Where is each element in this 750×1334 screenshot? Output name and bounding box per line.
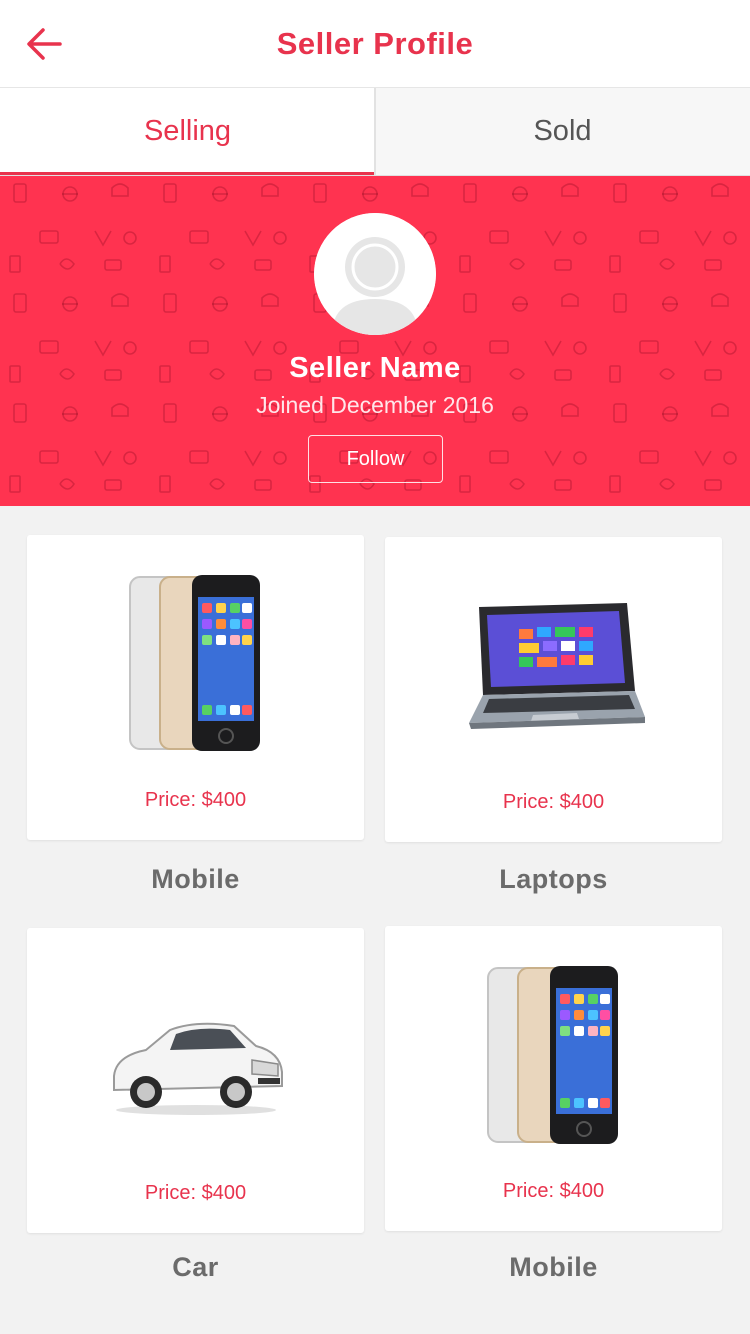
product-card-mobile-2[interactable]: Price: $400 — [385, 926, 722, 1231]
product-card-car[interactable]: Price: $400 — [27, 928, 364, 1233]
user-avatar-icon — [314, 213, 436, 335]
tab-selling[interactable]: Selling — [0, 88, 375, 175]
seller-banner: Seller Name Joined December 2016 Follow — [0, 176, 750, 506]
laptop-icon — [468, 603, 645, 729]
product-image — [385, 964, 722, 1146]
tab-active-indicator — [0, 172, 374, 175]
page-title: Seller Profile — [276, 26, 474, 61]
tab-divider — [374, 88, 376, 176]
tab-sold[interactable]: Sold — [375, 88, 750, 175]
tab-sold-label: Sold — [533, 115, 592, 147]
product-category-label: Car — [172, 1252, 219, 1282]
smartphone-icon — [486, 966, 618, 1144]
product-price: Price: $400 — [144, 789, 247, 811]
product-category-label: Mobile — [151, 864, 240, 894]
seller-joined-date: Joined December 2016 — [256, 392, 494, 418]
product-price: Price: $400 — [502, 791, 605, 813]
follow-button[interactable]: Follow — [308, 435, 443, 483]
product-category-label: Laptops — [499, 864, 608, 894]
seller-avatar — [314, 213, 436, 335]
tab-bar: Selling Sold — [0, 88, 750, 176]
seller-name: Seller Name — [289, 352, 461, 384]
product-price: Price: $400 — [502, 1180, 605, 1202]
product-image — [27, 1016, 364, 1116]
product-image — [27, 573, 364, 753]
car-icon — [112, 1022, 283, 1115]
product-category-label: Mobile — [509, 1252, 598, 1282]
product-card-mobile-1[interactable]: Price: $400 — [27, 535, 364, 840]
app-header: Seller Profile — [0, 0, 750, 88]
product-price: Price: $400 — [144, 1182, 247, 1204]
product-image — [385, 599, 722, 739]
smartphone-icon — [128, 575, 260, 751]
tab-selling-label: Selling — [143, 115, 232, 147]
product-card-laptop[interactable]: Price: $400 — [385, 537, 722, 842]
